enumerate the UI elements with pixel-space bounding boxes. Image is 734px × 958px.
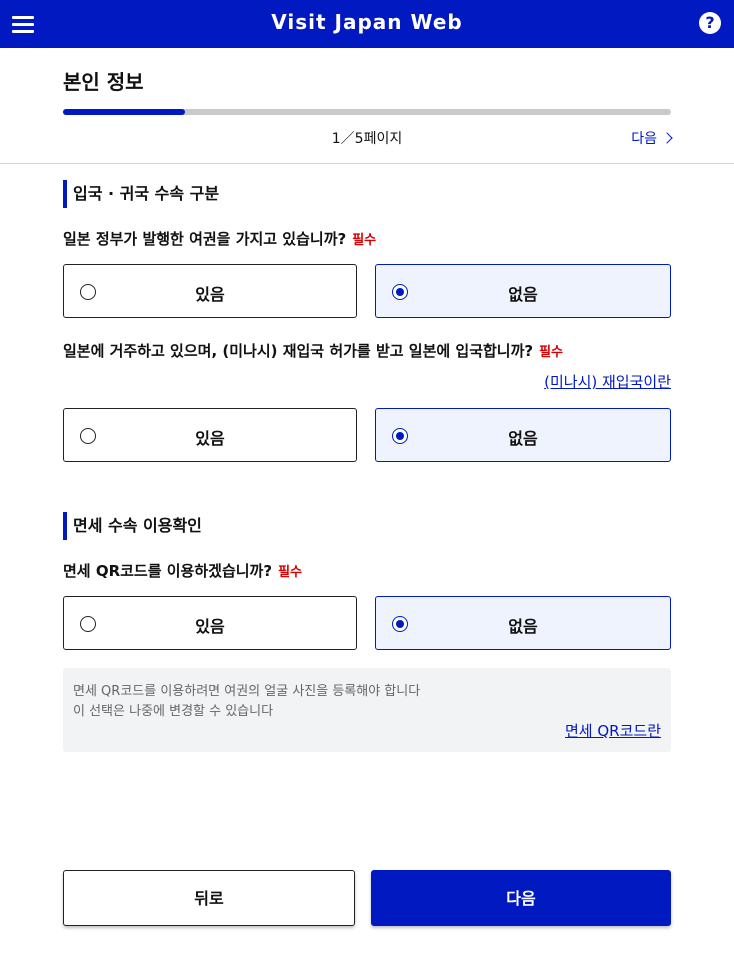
option-qr-yes[interactable]: 있음	[63, 596, 357, 650]
divider	[0, 163, 734, 164]
back-button[interactable]: 뒤로	[63, 870, 355, 926]
option-label: 있음	[195, 617, 225, 636]
option-reentry-no[interactable]: 없음	[375, 408, 671, 462]
note-line-2: 이 선택은 나중에 변경할 수 있습니다	[73, 704, 274, 719]
option-qr-no[interactable]: 없음	[375, 596, 671, 650]
section-title-immigration: 입국 · 귀국 수속 구분	[63, 180, 219, 208]
option-label: 있음	[195, 285, 225, 304]
question-circle-icon[interactable]: ?	[699, 12, 721, 34]
reentry-info-link[interactable]: (미나시) 재입국이란	[544, 371, 671, 392]
progress-bar	[63, 109, 671, 115]
note-line-1: 면세 QR코드를 이용하려면 여권의 얼굴 사진을 등록해야 합니다	[73, 684, 421, 699]
question-tax-free-qr: 면세 QR코드를 이용하겠습니까? 필수	[63, 560, 302, 581]
question-text: 면세 QR코드를 이용하겠습니까?	[63, 562, 273, 580]
question-japanese-passport: 일본 정부가 발행한 여권을 가지고 있습니까? 필수	[63, 228, 376, 249]
next-page-link-label: 다음	[631, 131, 657, 147]
next-page-link[interactable]: 다음	[631, 128, 673, 148]
section-title-tax-free: 면세 수속 이용확인	[63, 512, 202, 540]
required-badge: 필수	[539, 345, 564, 360]
tax-free-qr-info-link[interactable]: 면세 QR코드란	[565, 720, 661, 741]
required-badge: 필수	[352, 233, 377, 248]
option-passport-yes[interactable]: 있음	[63, 264, 357, 318]
app-title: Visit Japan Web	[271, 10, 463, 34]
next-button[interactable]: 다음	[371, 870, 671, 926]
chevron-right-icon	[661, 132, 673, 144]
question-reentry-permit: 일본에 거주하고 있으며, (미나시) 재입국 허가를 받고 일본에 입국합니까…	[63, 340, 563, 361]
question-text: 일본 정부가 발행한 여권을 가지고 있습니까?	[63, 230, 347, 248]
question-text: 일본에 거주하고 있으며, (미나시) 재입국 허가를 받고 일본에 입국합니까…	[63, 342, 534, 360]
option-label: 없음	[508, 617, 538, 636]
required-badge: 필수	[278, 565, 302, 580]
option-passport-no[interactable]: 없음	[375, 264, 671, 318]
option-reentry-yes[interactable]: 있음	[63, 408, 357, 462]
app-header: Visit Japan Web ?	[0, 0, 734, 48]
option-label: 없음	[508, 285, 538, 304]
progress-bar-fill	[63, 109, 185, 115]
page-title: 본인 정보	[63, 70, 144, 94]
option-label: 있음	[195, 429, 225, 448]
tax-free-note: 면세 QR코드를 이용하려면 여권의 얼굴 사진을 등록해야 합니다 이 선택은…	[63, 668, 671, 752]
page-indicator: 1／5페이지	[331, 131, 403, 147]
option-label: 없음	[508, 429, 538, 448]
